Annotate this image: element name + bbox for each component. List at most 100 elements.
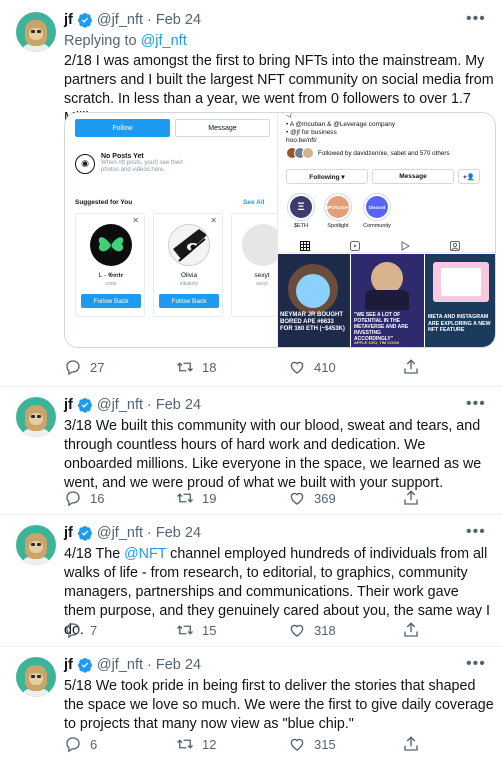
tagged-icon	[450, 241, 460, 251]
tweet-header: jf @jf_nft · Feb 24	[64, 397, 201, 413]
share-button[interactable]	[402, 358, 420, 376]
share-icon	[404, 490, 418, 505]
media-screenshot-left: Follow Message ◉ No Posts Yet When nft p…	[65, 113, 291, 347]
reply-icon	[66, 360, 80, 376]
timestamp[interactable]: Feb 24	[156, 525, 201, 541]
tweet-media[interactable]: Follow Message ◉ No Posts Yet When nft p…	[64, 112, 496, 348]
reply-count: 7	[90, 622, 98, 638]
avatar[interactable]	[16, 397, 56, 437]
separator-dot: ·	[147, 657, 152, 673]
author-name[interactable]: jf	[64, 525, 73, 541]
bio-company: company	[366, 121, 396, 128]
tweet-3[interactable]: jf @jf_nft · Feb 24 ••• 4/18 The @NFT ch…	[0, 515, 502, 646]
timestamp[interactable]: Feb 24	[156, 657, 201, 673]
tweet-4[interactable]: jf @jf_nft · Feb 24 ••• 5/18 We took pri…	[0, 647, 502, 761]
no-posts-block: ◉ No Posts Yet When nft posts, you'll se…	[75, 153, 191, 174]
retweet-count: 12	[202, 736, 217, 752]
reply-count: 16	[90, 490, 105, 506]
reply-button[interactable]: 6	[64, 735, 97, 753]
media-screenshot-right: ~/ • A @mcuban & @Leverage company • @jf…	[277, 113, 495, 347]
author-handle[interactable]: @jf_nft	[97, 12, 143, 28]
tweet-header: jf @jf_nft · Feb 24	[64, 12, 201, 28]
reply-count: 6	[90, 736, 98, 752]
card-name: L - 𝕲𝖔𝖗𝖙𝖊	[98, 272, 124, 279]
grid-icon	[300, 241, 310, 251]
suggestion-card: ✕ L - 𝕲𝖔𝖗𝖙𝖊 corte Follow Back	[75, 213, 145, 317]
post-thumbnail: "WE SEE A LOT OF POTENTIAL IN THE METAVE…	[351, 254, 424, 347]
follow-back-button: Follow Back	[81, 294, 141, 308]
more-options-icon[interactable]: •••	[466, 656, 486, 673]
card-username: inkakoty	[179, 281, 199, 287]
mention-link[interactable]: @NFT	[124, 546, 166, 562]
heart-icon	[290, 738, 304, 751]
share-button[interactable]	[402, 489, 420, 507]
tweet-1[interactable]: jf @jf_nft · Feb 24 ••• Replying to @jf_…	[0, 0, 502, 386]
retweet-count: 18	[202, 359, 217, 375]
like-count: 369	[314, 490, 336, 506]
avatar[interactable]	[16, 657, 56, 697]
heart-icon	[290, 492, 304, 505]
followed-by-text: Followed by davidzennie, sabet and 570 o…	[318, 149, 450, 157]
author-name[interactable]: jf	[64, 397, 73, 413]
more-options-icon[interactable]: •••	[466, 396, 486, 413]
tweet-header: jf @jf_nft · Feb 24	[64, 657, 201, 673]
retweet-button[interactable]: 15	[176, 621, 216, 639]
bio-url: hoo.be/nft/	[286, 137, 317, 144]
highlight-eth: Ξ $ETH	[286, 193, 316, 229]
tweet-header: jf @jf_nft · Feb 24	[64, 525, 201, 541]
post-caption-sub: APPLE CEO, TIM COOK	[354, 340, 400, 345]
timestamp[interactable]: Feb 24	[156, 12, 201, 28]
reply-button[interactable]: 7	[64, 621, 97, 639]
close-icon: ✕	[210, 216, 217, 225]
like-button[interactable]: 318	[288, 621, 336, 639]
reels-icon	[350, 241, 360, 251]
avatar[interactable]	[16, 525, 56, 565]
card-name: Olivia	[180, 272, 198, 279]
share-button[interactable]	[402, 621, 420, 639]
profile-bio: ~/ • A @mcuban & @Leverage company • @jf…	[286, 113, 395, 145]
share-button[interactable]	[402, 735, 420, 753]
bio-link-leverage: @Leverage	[333, 121, 367, 128]
reply-button[interactable]: 27	[64, 358, 104, 376]
replying-to: Replying to @jf_nft	[64, 33, 187, 49]
timestamp[interactable]: Feb 24	[156, 397, 201, 413]
card-username: corte	[105, 281, 117, 287]
message-button: Message	[372, 169, 454, 184]
retweet-button[interactable]: 19	[176, 489, 216, 507]
heart-icon	[290, 361, 304, 374]
tweet-text-prefix: 4/18 The	[64, 546, 125, 562]
reply-button[interactable]: 16	[64, 489, 104, 507]
post-caption: NEYMAR JR BOUGHT BORED APE #6633 FOR 160…	[280, 312, 345, 332]
more-options-icon[interactable]: •••	[466, 11, 486, 28]
replying-to-handle[interactable]: @jf_nft	[141, 33, 187, 49]
bio-business: for business	[299, 129, 337, 136]
highlight-spotlight: SPOTLIGHT Spotlight	[323, 193, 353, 229]
retweet-button[interactable]: 18	[176, 358, 216, 376]
like-button[interactable]: 315	[288, 735, 336, 753]
tweet-2[interactable]: jf @jf_nft · Feb 24 ••• 3/18 We built th…	[0, 387, 502, 514]
more-options-icon[interactable]: •••	[466, 524, 486, 541]
verified-badge-icon	[77, 398, 92, 413]
message-button: Message	[175, 119, 270, 137]
author-name[interactable]: jf	[64, 657, 73, 673]
tweet-actions: 16 19 369	[64, 489, 424, 509]
like-button[interactable]: 410	[288, 358, 336, 376]
author-handle[interactable]: @jf_nft	[97, 657, 143, 673]
bio-line-1: • A @mcuban & @Leverage company	[286, 121, 395, 129]
tweet-text: 5/18 We took pride in being first to del…	[64, 678, 494, 732]
bio-line-2: • @jf for business	[286, 129, 395, 137]
bio-link-jf: @jf	[290, 129, 300, 136]
avatar[interactable]	[16, 12, 56, 52]
author-handle[interactable]: @jf_nft	[97, 525, 143, 541]
retweet-count: 19	[202, 490, 217, 506]
retweet-button[interactable]: 12	[176, 735, 216, 753]
tweet-text: 3/18 We built this community with our bl…	[64, 418, 482, 491]
author-handle[interactable]: @jf_nft	[97, 397, 143, 413]
like-button[interactable]: 369	[288, 489, 336, 507]
bio-link-mcuban: @mcuban	[295, 121, 326, 128]
author-name[interactable]: jf	[64, 12, 73, 28]
like-count: 410	[314, 359, 336, 375]
separator-dot: ·	[147, 12, 152, 28]
retweet-icon	[177, 739, 193, 749]
butterfly-avatar	[90, 224, 132, 266]
